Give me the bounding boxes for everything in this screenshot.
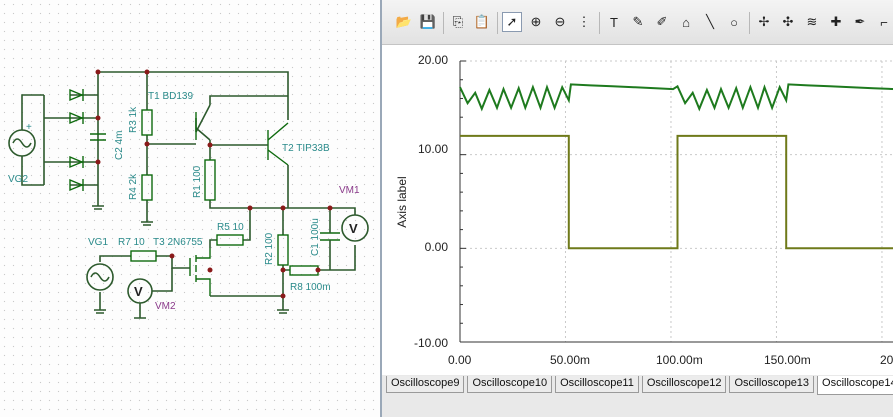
toolbar: 📂 💾 ⎘ 📋 ➚ ⊕ ⊖ ⋮ T ✎ ✐ ⌂ ╲ ○ ✢ ✣ ≋ ✚ ✒ ⌐ [382,0,893,45]
label-r7: R7 10 [118,237,145,248]
pen-arrow-icon[interactable]: ✐ [652,12,672,32]
label-r3: R3 1k [128,106,139,133]
plot-area[interactable]: Axis label 20.00 10.00 0.00 -10.00 0.00 … [382,45,893,375]
tab-oscilloscope10[interactable]: Oscilloscope10 [467,376,553,393]
label-t3: T3 2N6755 [153,237,203,248]
oscilloscope-window[interactable]: 📂 💾 ⎘ 📋 ➚ ⊕ ⊖ ⋮ T ✎ ✐ ⌂ ╲ ○ ✢ ✣ ≋ ✚ ✒ ⌐ Axis label 20.00 10… [380,0,893,417]
tab-oscilloscope14[interactable]: Oscilloscope14 [817,376,893,395]
label-t1: T1 BD139 [148,91,193,102]
r8-resistor[interactable] [289,265,319,276]
tab-bar: Oscilloscope9 Oscilloscope10 Oscilloscope1… [382,375,893,417]
toolbar-separator [599,12,600,34]
r5-resistor[interactable] [216,234,244,246]
vm2-voltmeter[interactable]: V [127,278,153,304]
vm1-voltmeter[interactable]: V [341,214,369,242]
eyedropper-icon[interactable]: ✒ [850,12,870,32]
add-trace-icon[interactable]: ✚ [826,12,846,32]
diode-bridge[interactable] [69,88,84,192]
wave-marker-icon[interactable]: ⌂ [676,12,696,32]
square-wave-trace [460,134,893,250]
circle-tool-icon[interactable]: ○ [724,12,744,32]
t3-mosfet[interactable] [189,248,211,296]
vg1-source[interactable] [86,263,114,291]
tab-oscilloscope13[interactable]: Oscilloscope13 [729,376,815,393]
label-vg2: VG2 [8,174,28,185]
toolbar-separator [443,12,444,34]
label-r5: R5 10 [217,222,244,233]
c1-capacitor[interactable] [320,232,340,241]
label-r2: R2 100 [264,232,275,265]
label-c2: C2 4m [114,131,125,160]
tab-oscilloscope9[interactable]: Oscilloscope9 [386,376,465,393]
zoom-100-icon[interactable]: ⊖ [550,12,570,32]
svg-text:V: V [349,221,358,236]
cursor-b-icon[interactable]: ✣ [778,12,798,32]
toolbar-separator [749,12,750,34]
r4-resistor[interactable] [141,174,153,201]
annotate-icon[interactable]: ✎ [628,12,648,32]
line-tool-icon[interactable]: ╲ [700,12,720,32]
cursor-a-icon[interactable]: ✢ [754,12,774,32]
tab-oscilloscope12[interactable]: Oscilloscope12 [641,376,727,393]
save-icon[interactable]: 💾 [418,12,438,32]
tab-oscilloscope11[interactable]: Oscilloscope11 [555,376,639,393]
label-vm2: VM2 [155,301,176,312]
label-t2: T2 TIP33B [282,143,330,154]
r1-resistor[interactable] [204,159,216,201]
r2-resistor[interactable] [277,234,289,266]
schematic-editor[interactable]: + V V VG2 C2 4m R3 1k T1 BD139 R4 2k R1 … [0,0,380,417]
zoom-in-icon[interactable]: ⊕ [526,12,546,32]
r7-resistor[interactable] [130,250,157,262]
label-c1: C1 100u [310,218,321,256]
copy-icon[interactable]: ⎘ [448,12,468,32]
text-tool-icon[interactable]: T [604,12,624,32]
open-icon[interactable]: 📂 [394,12,414,32]
label-r1: R1 100 [192,165,203,198]
label-vm1: VM1 [339,185,360,196]
corner-icon[interactable]: ⌐ [874,12,893,32]
label-r8: R8 100m [290,282,331,293]
pointer-icon[interactable]: ➚ [502,12,522,32]
waveform-plot[interactable] [382,45,893,375]
output-voltage-trace [459,83,893,112]
paste-icon[interactable]: 📋 [472,12,492,32]
waveform-icon[interactable]: ≋ [802,12,822,32]
label-vg1: VG1 [88,237,108,248]
circuit-diagram: + V V VG2 C2 4m R3 1k T1 BD139 R4 2k R1 … [8,69,369,319]
svg-text:V: V [134,284,143,299]
label-r4: R4 2k [128,173,139,200]
svg-text:+: + [26,122,32,133]
r3-resistor[interactable] [141,109,153,136]
toolbar-separator [497,12,498,34]
grid-icon[interactable]: ⋮ [574,12,594,32]
